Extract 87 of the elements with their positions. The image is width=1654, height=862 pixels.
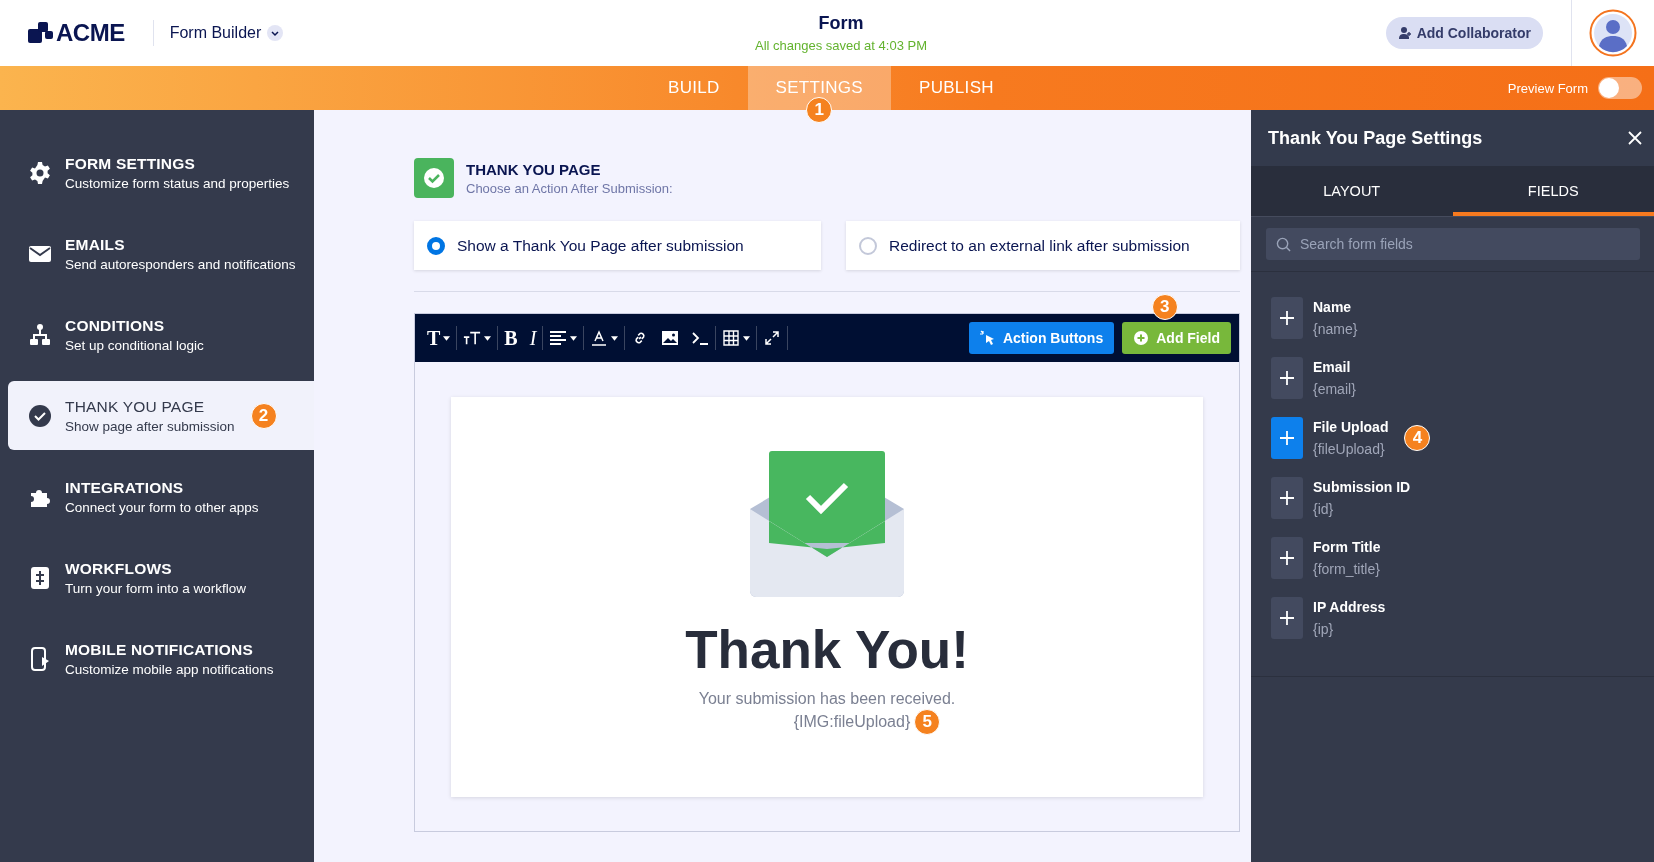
callout-badge: 4 (1404, 424, 1431, 451)
callout-badge: 5 (914, 709, 941, 735)
flowchart-icon (28, 565, 52, 590)
table-icon (722, 330, 741, 346)
cursor-click-icon (979, 330, 996, 346)
sidebar-item[interactable]: EMAILS Send autoresponders and notifications (8, 219, 314, 288)
field-tag: {IMG:fileUpload} (793, 713, 911, 731)
caret-icon (443, 335, 451, 341)
add-collaborator-button[interactable]: Add Collaborator (1385, 17, 1543, 49)
sidebar-item[interactable]: CONDITIONS Set up conditional logic (8, 300, 314, 369)
caret-icon (484, 335, 492, 341)
text-size-icon (463, 330, 482, 346)
radio-button[interactable] (859, 236, 877, 255)
check-icon (414, 158, 454, 198)
toolbar-button[interactable]: I (523, 322, 543, 354)
search-icon (1276, 237, 1291, 252)
plus-icon (1280, 430, 1294, 445)
preview-form-label: Preview Form (1507, 80, 1588, 96)
add-field-plus-button[interactable] (1271, 416, 1303, 459)
plus-circle-icon (1133, 330, 1150, 346)
sidebar-item[interactable]: WORKFLOWS Turn your form into a workflow (8, 543, 314, 612)
hierarchy-icon (28, 322, 52, 347)
option-label: Redirect to an external link after submission (889, 236, 1190, 255)
plus-icon (1280, 610, 1294, 625)
form-builder-menu[interactable]: Form Builder (152, 20, 284, 46)
field-tag: {name} (1313, 320, 1358, 337)
action-buttons-button[interactable]: Action Buttons (968, 322, 1115, 354)
section-title: THANK YOU PAGE (466, 160, 602, 178)
chevron-icon (267, 25, 284, 41)
callout-badge: 1 (806, 97, 833, 123)
sidebar-item[interactable]: MOBILE NOTIFICATIONS Customize mobile app notifications (8, 624, 314, 693)
image-icon (661, 330, 680, 346)
field-name: Name (1313, 298, 1353, 315)
add-field-plus-button[interactable] (1271, 596, 1303, 639)
field-tag: {form_title} (1313, 560, 1381, 577)
expand-icon (763, 330, 782, 346)
preview-toggle[interactable] (1598, 77, 1642, 99)
form-title: Form (817, 13, 865, 34)
check-circle-icon (28, 403, 52, 428)
thank-you-heading: Thank You! (685, 619, 969, 680)
radio-button[interactable] (427, 236, 445, 255)
option-label: Show a Thank You Page after submission (457, 236, 744, 255)
close-icon[interactable] (1628, 131, 1642, 145)
caret-icon (570, 335, 578, 341)
toolbar-button[interactable]: T (421, 322, 457, 354)
section-subtitle: Choose an Action After Submission: (466, 180, 673, 196)
field-name: File Upload (1313, 418, 1389, 435)
field-name: Submission ID (1313, 478, 1411, 495)
plus-icon (1280, 490, 1294, 505)
caret-icon (743, 335, 751, 341)
plus-icon (1280, 370, 1294, 385)
add-field-plus-button[interactable] (1271, 476, 1303, 519)
radio-option[interactable]: Show a Thank You Page after submission (414, 221, 821, 270)
caret-icon (611, 335, 619, 341)
field-tag: {fileUpload} (1313, 440, 1389, 457)
plus-icon (1280, 310, 1294, 325)
search-field[interactable]: Search form fields (1266, 228, 1640, 260)
panel-title: Thank You Page Settings (1268, 127, 1483, 149)
field-tag: {email} (1313, 380, 1356, 397)
panel-tab[interactable]: LAYOUT (1251, 166, 1453, 216)
align-icon (549, 330, 568, 346)
add-field-plus-button[interactable] (1271, 356, 1303, 399)
field-name: Email (1313, 358, 1352, 375)
add-field-plus-button[interactable] (1271, 296, 1303, 339)
field-name: IP Address (1313, 598, 1386, 615)
callout-badge: 3 (1151, 294, 1178, 320)
plus-icon (1280, 550, 1294, 565)
toolbar-button[interactable]: B (498, 322, 524, 354)
panel-tab[interactable]: FIELDS (1452, 166, 1654, 216)
field-tag: {id} (1313, 500, 1411, 517)
gear-icon (28, 160, 52, 185)
callout-badge: 2 (250, 402, 277, 429)
logo-text: ACME (56, 19, 125, 47)
avatar-icon[interactable] (1589, 9, 1637, 57)
logo-icon (28, 21, 54, 45)
field-tag: {ip} (1313, 620, 1386, 637)
sidebar-item[interactable]: INTEGRATIONS Connect your form to other apps (8, 462, 314, 531)
text-color-icon (590, 330, 609, 346)
submission-message: Your submission has been received. (698, 690, 956, 708)
terminal-icon (691, 330, 710, 346)
sidebar-item[interactable]: THANK YOU PAGE Show page after submission 2 (8, 381, 314, 450)
radio-option[interactable]: Redirect to an external link after submission (846, 221, 1240, 270)
user-plus-icon (1397, 26, 1412, 40)
field-name: Form Title (1313, 538, 1381, 555)
add-field-plus-button[interactable] (1271, 536, 1303, 579)
save-status: All changes saved at 4:03 PM (755, 38, 927, 53)
sidebar-item[interactable]: FORM SETTINGS Customize form status and properties (8, 138, 314, 207)
